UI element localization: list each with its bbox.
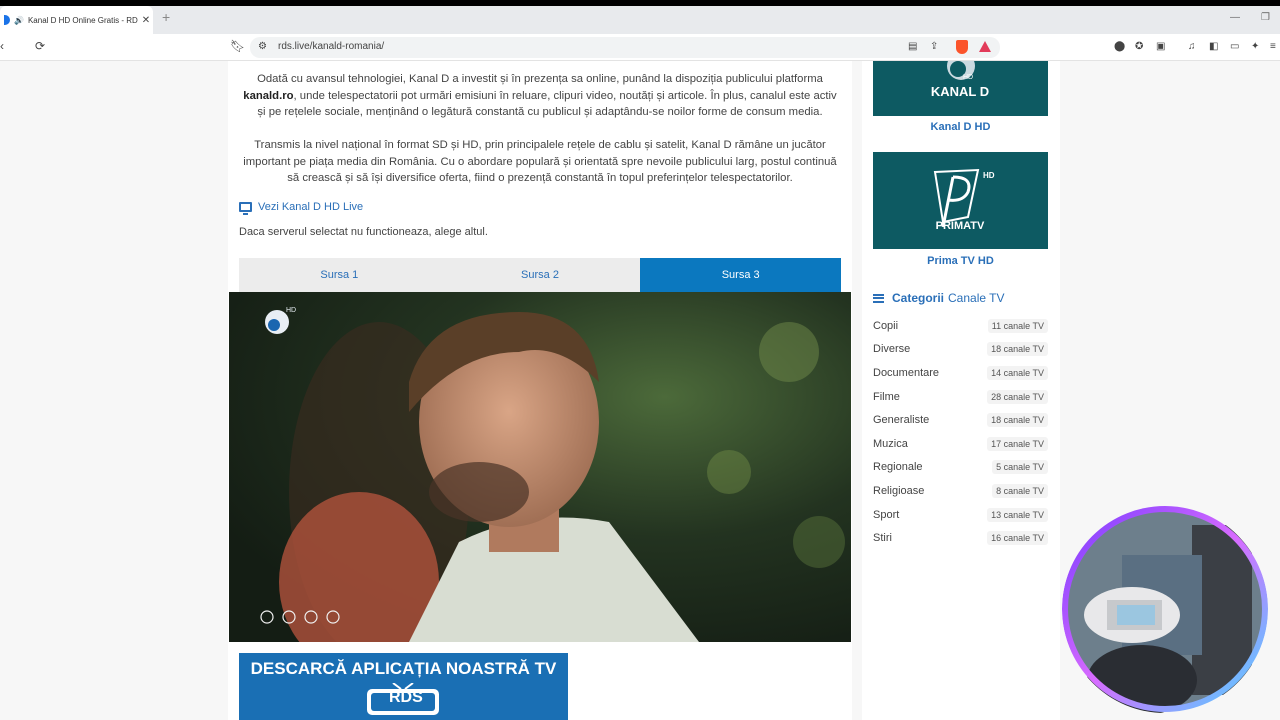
paragraph-1-text-b: , unde telespectatorii pot urmări emisiu… [257,89,837,119]
category-row-diverse[interactable]: Diverse 18 canale TV [873,338,1048,362]
paragraph-1-text-a: Odată cu avansul tehnologiei, Kanal D a … [257,73,823,85]
back-icon[interactable]: ‹ [0,39,4,53]
app-download-banner[interactable]: DESCARCĂ APLICAȚIA NOASTRĂ TV RDS [239,653,568,720]
video-frame: HD [229,292,851,642]
extension-2-icon[interactable]: ✪ [1135,41,1143,52]
webcam-overlay [1062,505,1268,713]
bookmark-icon[interactable]: 🔖︎ [230,39,245,53]
channel-card-kanal-d[interactable]: HD KANAL D [873,52,1048,116]
banner-title: DESCARCĂ APLICAȚIA NOASTRĂ TV [250,659,557,678]
channel-name-kanal-d[interactable]: Kanal D HD [873,121,1048,133]
category-row-muzica[interactable]: Muzica 17 canale TV [873,432,1048,456]
category-name[interactable]: Sport [873,509,899,521]
category-row-filme[interactable]: Filme 28 canale TV [873,385,1048,409]
category-list: Copii 11 canale TV Diverse 18 canale TV Do… [873,314,1048,550]
category-name[interactable]: Stiri [873,532,892,544]
share-icon[interactable]: ⇪ [930,41,938,52]
categories-title-b: Canale TV [948,291,1005,305]
banner-logo-text: RDS [389,689,423,706]
sidebar-icon[interactable]: ◧ [1209,41,1218,52]
channel-card-prima-tv[interactable]: HD PRIMATV [873,152,1048,249]
monitor-icon [239,202,252,215]
reader-icon[interactable]: ▤ [908,41,917,52]
server-hint: Daca serverul selectat nu functioneaza, … [239,226,488,238]
category-count: 18 canale TV [987,342,1048,357]
svg-text:HD: HD [286,307,296,314]
article-paragraph-2: Transmis la nivel național în format SD … [243,139,837,185]
category-count: 14 canale TV [987,365,1048,380]
tabstrip: 🔊 Kanal D HD Online Gratis - RD ✕ + — ❐ [0,6,1280,34]
category-count: 11 canale TV [987,318,1048,333]
list-icon [873,293,884,303]
categories-title-a: Categorii [892,291,945,305]
browser-tab-active[interactable]: 🔊 Kanal D HD Online Gratis - RD ✕ [0,6,153,34]
extension-3-icon[interactable]: ▣ [1156,41,1165,52]
video-player[interactable]: HD [229,292,851,642]
category-row-stiri[interactable]: Stiri 16 canale TV [873,526,1048,550]
minimize-icon[interactable]: — [1230,12,1240,23]
watch-live-label[interactable]: Vezi Kanal D HD Live [258,201,363,213]
category-name[interactable]: Religioase [873,485,924,497]
category-row-copii[interactable]: Copii 11 canale TV [873,314,1048,338]
reload-icon[interactable]: ⟳ [35,39,45,53]
tab-title: Kanal D HD Online Gratis - RD [27,15,138,25]
extension-1-icon[interactable]: ⬤ [1114,41,1125,52]
brave-rewards-icon[interactable] [979,41,991,52]
category-row-documentare[interactable]: Documentare 14 canale TV [873,361,1048,385]
category-count: 28 canale TV [987,389,1048,404]
category-name[interactable]: Copii [873,320,898,332]
category-row-generaliste[interactable]: Generaliste 18 canale TV [873,408,1048,432]
leo-ai-icon[interactable]: ✦ [1251,41,1259,52]
prima-tv-logo: HD PRIMATV [873,152,1048,249]
category-count: 5 canale TV [992,460,1048,475]
close-tab-icon[interactable]: ✕ [139,15,153,26]
category-count: 17 canale TV [987,436,1048,451]
category-row-regionale[interactable]: Regionale 5 canale TV [873,456,1048,480]
svg-text:HD: HD [983,171,995,180]
browser-tabbar: 🔊 Kanal D HD Online Gratis - RD ✕ + — ❐ [0,0,1280,34]
browser-toolbar: ‹ ⟳ 🔖︎ ⚙ rds.live/kanald-romania/ ▤ ⇪ ⬤ … [0,34,1280,61]
category-count: 18 canale TV [987,413,1048,428]
category-name[interactable]: Regionale [873,461,923,473]
category-name[interactable]: Muzica [873,438,908,450]
tab-sursa-2[interactable]: Sursa 2 [440,258,641,292]
source-tabs: Sursa 1 Sursa 2 Sursa 3 [239,258,842,292]
site-info-icon[interactable]: ⚙ [258,41,267,52]
speaker-icon[interactable]: 🔊 [14,16,24,25]
kanald-link[interactable]: kanald.ro [243,90,293,102]
url-text[interactable]: rds.live/kanald-romania/ [278,41,384,52]
tab-sursa-1[interactable]: Sursa 1 [239,258,440,292]
menu-icon[interactable]: ≡ [1270,41,1276,52]
new-tab-icon[interactable]: + [162,9,170,25]
svg-text:PRIMATV: PRIMATV [936,220,985,232]
maximize-icon[interactable]: ❐ [1261,12,1270,23]
tab-sursa-3[interactable]: Sursa 3 [640,258,842,292]
category-name[interactable]: Diverse [873,343,910,355]
category-name[interactable]: Filme [873,391,900,403]
media-icon[interactable]: ♫ [1188,41,1196,52]
article-paragraph-1: Odată cu avansul tehnologiei, Kanal D a … [238,71,842,121]
category-count: 8 canale TV [992,483,1048,498]
category-count: 16 canale TV [987,531,1048,546]
category-count: 13 canale TV [987,507,1048,522]
channel-name-prima-tv[interactable]: Prima TV HD [873,255,1048,267]
site-favicon-icon [4,15,10,25]
kanal-d-logo: HD KANAL D [873,52,1048,116]
category-row-religioase[interactable]: Religioase 8 canale TV [873,479,1048,503]
brave-shield-icon[interactable] [956,40,968,54]
webcam-image [1062,506,1268,713]
category-row-sport[interactable]: Sport 13 canale TV [873,503,1048,527]
wallet-icon[interactable]: ▭ [1230,41,1239,52]
categories-heading: Categorii Canale TV [873,291,1005,305]
category-name[interactable]: Documentare [873,367,939,379]
svg-text:KANAL D: KANAL D [931,84,989,99]
category-name[interactable]: Generaliste [873,414,929,426]
svg-text:HD: HD [963,74,973,81]
watch-live-link[interactable]: Vezi Kanal D HD Live [239,201,363,215]
